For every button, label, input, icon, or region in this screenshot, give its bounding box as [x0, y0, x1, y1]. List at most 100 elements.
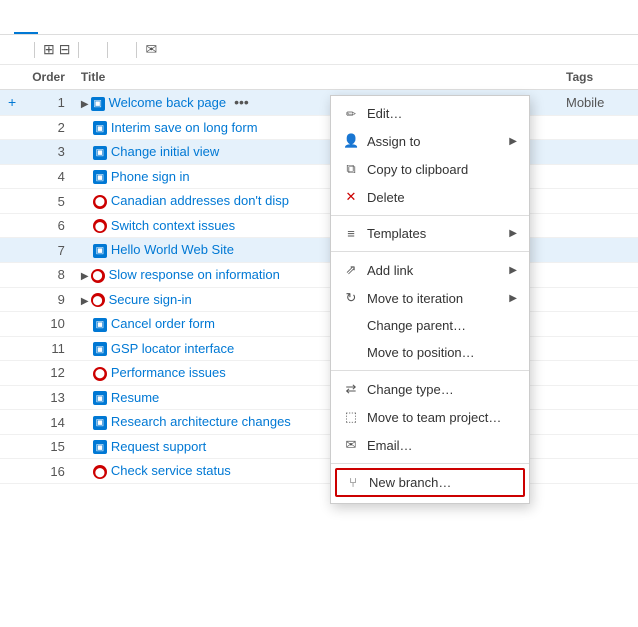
more-button[interactable]: •••: [234, 94, 249, 110]
title-text[interactable]: GSP locator interface: [111, 341, 234, 356]
title-text[interactable]: Research architecture changes: [111, 414, 291, 429]
cell-order: 2: [24, 115, 73, 140]
expand-icon[interactable]: ▶: [81, 296, 89, 307]
title-text[interactable]: Cancel order form: [111, 316, 215, 331]
expand-icon[interactable]: ▶: [81, 271, 89, 282]
menu-separator: [331, 251, 529, 252]
cell-order: 14: [24, 410, 73, 435]
cell-order: 7: [24, 238, 73, 263]
submenu-arrow: ▶: [509, 265, 517, 276]
cell-tags: [558, 238, 638, 263]
menu-item-move_position[interactable]: Move to position…: [331, 339, 529, 366]
cell-tags: [558, 164, 638, 189]
menu-separator: [331, 215, 529, 216]
title-text[interactable]: Check service status: [111, 463, 231, 478]
title-text[interactable]: Canadian addresses don't disp: [111, 193, 289, 208]
copy-icon: ⧉: [343, 161, 359, 177]
separator-4: [136, 42, 137, 58]
story-icon: ▣: [93, 170, 107, 184]
menu-label: Copy to clipboard: [367, 162, 468, 177]
title-text[interactable]: Secure sign-in: [109, 292, 192, 307]
column-options-button[interactable]: [116, 47, 128, 53]
branch-icon: ⑂: [345, 475, 361, 490]
separator-1: [34, 42, 35, 58]
cell-tags: [558, 336, 638, 361]
toolbar: ⊞ ⊟ ✉: [0, 35, 638, 65]
table-row[interactable]: 3▣Change initial view: [0, 140, 638, 165]
title-text[interactable]: Welcome back page: [109, 95, 227, 110]
table-row[interactable]: 11▣GSP locator interface: [0, 336, 638, 361]
menu-label: Delete: [367, 190, 405, 205]
table-row[interactable]: 14 ▣ Research architecture changes: [0, 410, 638, 435]
cell-tags: [558, 385, 638, 410]
new-button[interactable]: [14, 47, 26, 53]
title-text[interactable]: Request support: [111, 439, 206, 454]
table-row[interactable]: 10▣Cancel order form: [0, 312, 638, 337]
title-text[interactable]: Interim save on long form: [111, 120, 258, 135]
menu-item-copy_clipboard[interactable]: ⧉ Copy to clipboard: [331, 155, 529, 183]
menu-item-email[interactable]: ✉Email…: [331, 431, 529, 459]
title-text[interactable]: Phone sign in: [111, 169, 190, 184]
story-icon: ▣: [93, 244, 107, 258]
table-row[interactable]: 7 ▣ Hello World Web Site: [0, 238, 638, 263]
iteration-icon: ↻: [343, 290, 359, 306]
add-row-icon[interactable]: +: [8, 94, 16, 110]
menu-item-new_branch[interactable]: ⑂New branch…: [335, 468, 525, 497]
context-menu: ✏Edit…👤Assign to▶ ⧉ Copy to clipboard ✕Dele…: [330, 95, 530, 504]
cell-tags: [558, 213, 638, 238]
table-row[interactable]: 9▶⬤Secure sign-in: [0, 287, 638, 312]
title-text[interactable]: Resume: [111, 390, 159, 405]
cell-order: 5: [24, 189, 73, 214]
link-icon: ⇗: [343, 262, 359, 278]
tab-backlog[interactable]: [14, 20, 38, 34]
menu-item-add_link[interactable]: ⇗Add link▶: [331, 256, 529, 284]
story-icon: ▣: [93, 440, 107, 454]
collapse-icon[interactable]: ⊟: [59, 41, 71, 58]
table-row[interactable]: 6⬤Switch context issues: [0, 213, 638, 238]
table-row[interactable]: 4 ▣ Phone sign in: [0, 164, 638, 189]
menu-label: Email…: [367, 438, 413, 453]
table-row[interactable]: 5 ⬤ Canadian addresses don't disp: [0, 189, 638, 214]
add-item-icon[interactable]: ⊞: [43, 41, 55, 58]
cell-tags: [558, 312, 638, 337]
story-icon: ▣: [93, 342, 107, 356]
table-row[interactable]: 16⬤Check service status: [0, 459, 638, 484]
menu-item-change_parent[interactable]: Change parent…: [331, 312, 529, 339]
title-text[interactable]: Performance issues: [111, 365, 226, 380]
bug-icon: ⬤: [91, 269, 105, 283]
table-row[interactable]: 8▶⬤Slow response on information: [0, 262, 638, 287]
assign-icon: 👤: [343, 133, 359, 149]
menu-item-templates[interactable]: ≡Templates▶: [331, 220, 529, 247]
email-icon[interactable]: ✉: [145, 41, 157, 58]
page-header: [0, 0, 638, 20]
table-row[interactable]: 13▣Resume: [0, 385, 638, 410]
table-row[interactable]: 15▣Request support: [0, 434, 638, 459]
story-icon: ▣: [93, 416, 107, 430]
menu-item-assign_to[interactable]: 👤Assign to▶: [331, 127, 529, 155]
title-text[interactable]: Switch context issues: [111, 218, 235, 233]
bug-icon: ⬤: [93, 195, 107, 209]
cell-tags: [558, 262, 638, 287]
expand-icon[interactable]: ▶: [81, 99, 89, 110]
cell-order: 12: [24, 361, 73, 386]
title-text[interactable]: Hello World Web Site: [111, 242, 234, 257]
menu-item-delete[interactable]: ✕Delete: [331, 183, 529, 211]
menu-item-edit[interactable]: ✏Edit…: [331, 100, 529, 127]
table-row[interactable]: 2▣Interim save on long form: [0, 115, 638, 140]
title-text[interactable]: Change initial view: [111, 144, 219, 159]
table-container: Order Title Tags +1▶▣Welcome back page••…: [0, 65, 638, 484]
menu-item-move_team[interactable]: ⬚Move to team project…: [331, 403, 529, 431]
table-row[interactable]: +1▶▣Welcome back page•••Mobile: [0, 90, 638, 116]
submenu-arrow: ▶: [509, 136, 517, 147]
col-order: Order: [24, 65, 73, 90]
separator-2: [78, 42, 79, 58]
menu-item-move_iteration[interactable]: ↻Move to iteration▶: [331, 284, 529, 312]
submenu-arrow: ▶: [509, 293, 517, 304]
title-text[interactable]: Slow response on information: [109, 267, 280, 282]
tab-board[interactable]: [38, 20, 62, 34]
cell-order: 4: [24, 164, 73, 189]
menu-item-change_type[interactable]: ⇄Change type…: [331, 375, 529, 403]
edit-icon: ✏: [343, 107, 359, 121]
create-query-button[interactable]: [87, 47, 99, 53]
table-row[interactable]: 12⬤Performance issues: [0, 361, 638, 386]
